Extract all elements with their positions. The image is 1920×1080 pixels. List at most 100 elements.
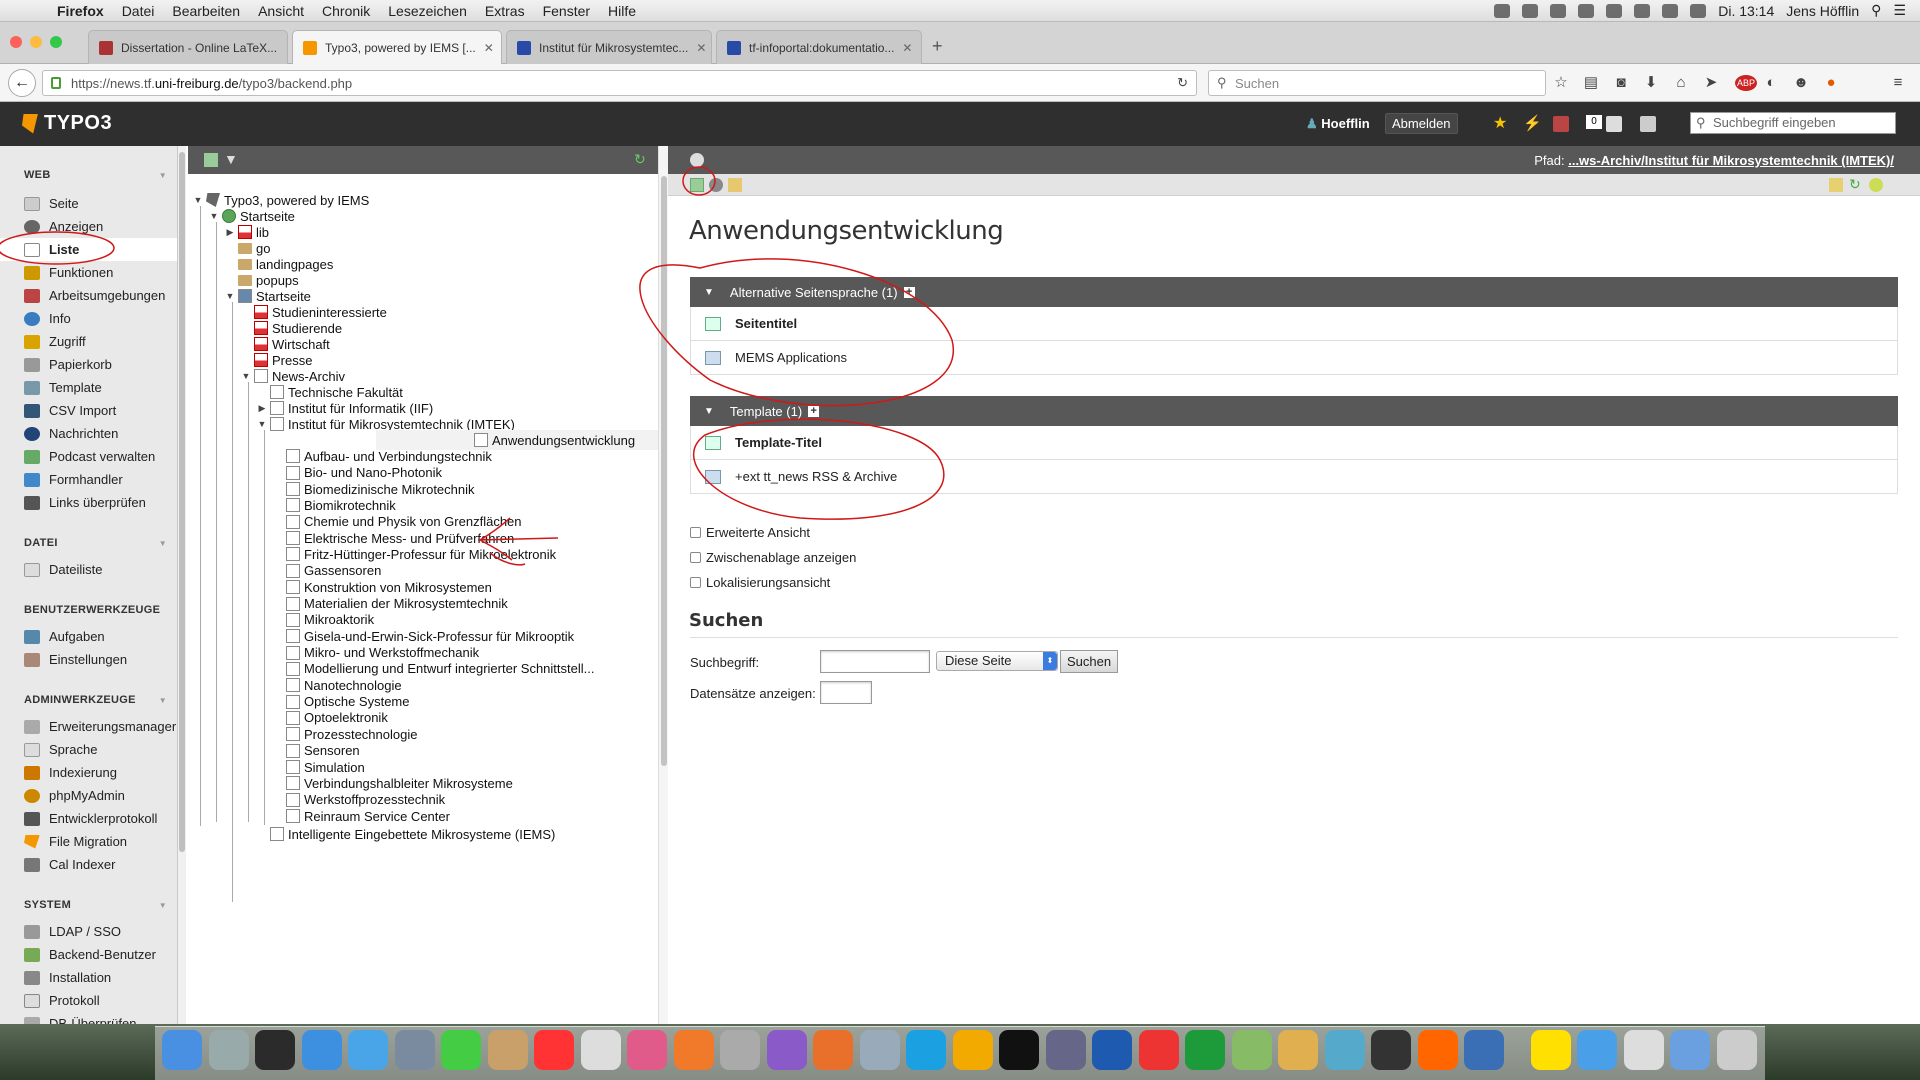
bookmark-add-icon[interactable] <box>1869 178 1883 192</box>
wifi-icon[interactable] <box>1634 3 1651 18</box>
dock-app-icon[interactable] <box>1092 1030 1132 1070</box>
send-icon[interactable]: ➤ <box>1703 75 1719 91</box>
close-tab-icon[interactable]: ✕ <box>476 41 494 55</box>
reading-list-icon[interactable]: ▤ <box>1583 75 1599 91</box>
module-ldap[interactable]: LDAP / SSO <box>0 920 177 943</box>
menu-hilfe[interactable]: Hilfe <box>599 3 645 19</box>
dock-app-icon[interactable] <box>1464 1030 1504 1070</box>
module-indexierung[interactable]: Indexierung <box>0 761 177 784</box>
filter-icon[interactable]: ▼ <box>224 151 238 167</box>
expand-arrow-icon[interactable]: ▶ <box>256 403 268 414</box>
firefox-extension-icon[interactable]: ● <box>1823 75 1839 91</box>
table-header-alt-language[interactable]: ▼ Alternative Seitensprache (1) + <box>690 277 1898 307</box>
menu-lesezeichen[interactable]: Lesezeichen <box>379 3 476 19</box>
dock-app-icon[interactable] <box>1371 1030 1411 1070</box>
module-dateiliste[interactable]: Dateiliste <box>0 558 177 581</box>
module-phpmyadmin[interactable]: phpMyAdmin <box>0 784 177 807</box>
close-tab-icon[interactable]: ✕ <box>277 41 287 55</box>
table-row[interactable]: +ext tt_news RSS & Archive <box>690 460 1898 494</box>
menubar-clock[interactable]: Di. 13:14 <box>1718 3 1774 19</box>
dock-app-icon[interactable] <box>813 1030 853 1070</box>
new-tab-button[interactable]: + <box>932 36 943 57</box>
section-adminwerkzeuge[interactable]: ADMINWERKZEUGE ▼ <box>0 691 177 709</box>
reload-icon[interactable]: ↻ <box>1177 75 1188 91</box>
collapse-arrow-icon[interactable]: ▼ <box>240 371 252 381</box>
pocket-icon[interactable]: ◙ <box>1613 75 1629 91</box>
dock-app-icon[interactable] <box>1138 1030 1179 1070</box>
edit-docs-icon[interactable] <box>1606 116 1622 132</box>
typo3-logo[interactable]: TYPO3 <box>22 112 112 135</box>
dock-app-icon[interactable] <box>1324 1030 1365 1070</box>
menu-app-name[interactable]: Firefox <box>48 3 113 19</box>
backend-search-input[interactable]: ⚲ Suchbegriff eingeben <box>1690 112 1896 134</box>
module-sprache[interactable]: Sprache <box>0 738 177 761</box>
module-csv-import[interactable]: CSV Import <box>0 399 177 422</box>
dock-app-icon[interactable] <box>1231 1030 1272 1070</box>
module-liste[interactable]: Liste <box>0 238 177 261</box>
back-button[interactable]: ← <box>8 69 36 97</box>
module-seite[interactable]: Seite <box>0 192 177 215</box>
module-anzeigen[interactable]: Anzeigen <box>0 215 177 238</box>
menu-datei[interactable]: Datei <box>113 3 164 19</box>
menubar-user[interactable]: Jens Höfflin <box>1786 3 1859 19</box>
dock-app-icon[interactable] <box>441 1030 481 1070</box>
add-record-icon[interactable]: + <box>808 405 820 417</box>
module-file-migration[interactable]: File Migration <box>0 830 177 853</box>
collapse-arrow-icon[interactable]: ▼ <box>208 211 220 221</box>
system-info-icon[interactable] <box>1640 116 1656 132</box>
flash-icon[interactable]: ⚡ <box>1523 116 1542 132</box>
tab-dissertation[interactable]: Dissertation - Online LaTeX...✕ <box>88 30 288 64</box>
url-bar[interactable]: https://news.tf. uni-freiburg.de/typo3/ba… <box>42 70 1197 96</box>
dock-app-icon[interactable] <box>906 1030 946 1070</box>
shortcut-icon[interactable] <box>1829 178 1843 192</box>
section-benutzerwerkzeuge[interactable]: BENUTZERWERKZEUGE <box>0 601 177 619</box>
checkbox-erweiterte-ansicht[interactable]: Erweiterte Ansicht <box>690 525 810 540</box>
dock-app-icon[interactable] <box>162 1030 202 1070</box>
hamburger-menu-icon[interactable]: ≡ <box>1890 75 1906 91</box>
module-zugriff[interactable]: Zugriff <box>0 330 177 353</box>
dock-app-icon[interactable] <box>348 1030 388 1070</box>
dock-app-icon[interactable] <box>952 1030 993 1070</box>
checkbox[interactable] <box>690 527 701 538</box>
module-podcast[interactable]: Podcast verwalten <box>0 445 177 468</box>
dock-app-icon[interactable] <box>580 1030 621 1070</box>
bluetooth-icon[interactable] <box>1606 3 1623 18</box>
pagetree-scrollbar[interactable] <box>658 146 668 1024</box>
dock-app-icon[interactable] <box>1278 1030 1318 1070</box>
module-einstellungen[interactable]: Einstellungen <box>0 648 177 671</box>
backend-user[interactable]: ♟ Hoefflin <box>1306 116 1370 132</box>
dock-app-icon[interactable] <box>208 1030 249 1070</box>
module-template[interactable]: Template <box>0 376 177 399</box>
help-icon[interactable] <box>690 153 704 167</box>
warning-icon[interactable] <box>1494 3 1511 18</box>
dock-app-icon[interactable] <box>1045 1030 1086 1070</box>
dock-app-icon[interactable] <box>859 1030 900 1070</box>
section-web[interactable]: WEB ▼ <box>0 166 177 184</box>
dock-app-icon[interactable] <box>1623 1030 1664 1070</box>
dock-app-icon[interactable] <box>1577 1030 1617 1070</box>
module-funktionen[interactable]: Funktionen <box>0 261 177 284</box>
refresh-tree-icon[interactable]: ↻ <box>634 151 646 168</box>
menu-ansicht[interactable]: Ansicht <box>249 3 313 19</box>
tree-node-iems[interactable]: Intelligente Eingebettete Mikrosysteme (… <box>256 824 555 844</box>
dock-app-icon[interactable] <box>673 1030 714 1070</box>
dock-app-icon[interactable] <box>766 1030 807 1070</box>
collapse-icon[interactable]: ▼ <box>704 287 714 298</box>
battery-icon[interactable] <box>1690 3 1707 18</box>
scrollbar-thumb[interactable] <box>179 152 185 852</box>
time-machine-icon[interactable] <box>1578 3 1595 18</box>
checkbox-lokalisierungsansicht[interactable]: Lokalisierungsansicht <box>690 575 830 590</box>
open-docs-badge[interactable]: 0 <box>1586 115 1602 129</box>
dock-app-icon[interactable] <box>255 1030 295 1070</box>
bookmarks-star-icon[interactable]: ★ <box>1493 116 1509 132</box>
checkbox-zwischenablage[interactable]: Zwischenablage anzeigen <box>690 550 856 565</box>
reload-icon[interactable]: ↻ <box>1849 176 1861 193</box>
edit-page-icon[interactable] <box>728 178 742 192</box>
module-aufgaben[interactable]: Aufgaben <box>0 625 177 648</box>
dock-app-icon[interactable] <box>487 1030 528 1070</box>
collapse-arrow-icon[interactable]: ▼ <box>224 291 236 301</box>
new-page-icon[interactable] <box>204 153 218 167</box>
chat-icon[interactable]: ☻ <box>1793 75 1809 91</box>
section-system[interactable]: SYSTEM ▼ <box>0 896 177 914</box>
new-record-icon[interactable] <box>690 178 704 192</box>
